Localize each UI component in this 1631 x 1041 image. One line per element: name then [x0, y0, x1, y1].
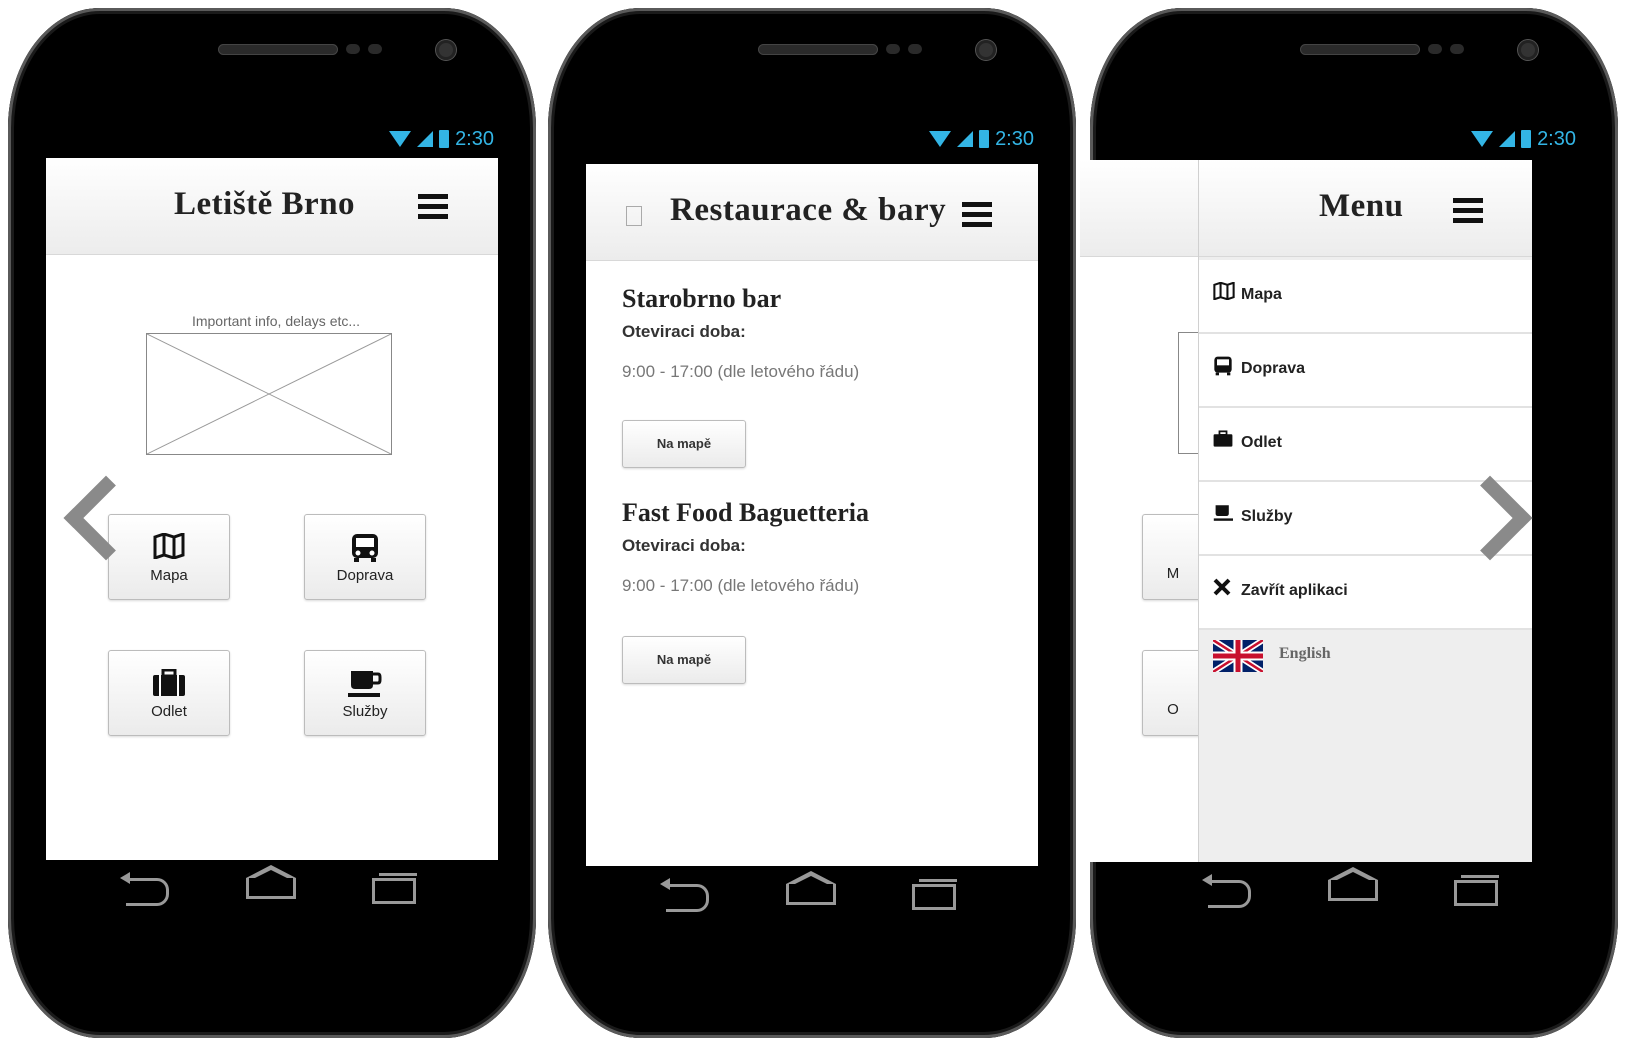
phone-menu: 2:30 M O Menu Mapa Doprava Odlet Služby … — [1080, 8, 1618, 1038]
opening-hours-label: Oteviraci doba: — [622, 536, 746, 555]
menu-item-close-app[interactable]: Zavřít aplikaci — [1199, 556, 1532, 630]
back-icon[interactable] — [120, 872, 169, 906]
menu-item-label: Doprava — [1241, 360, 1306, 377]
menu-item-doprava[interactable]: Doprava — [1199, 334, 1532, 408]
proximity-sensor — [886, 44, 900, 54]
menu-item-mapa[interactable]: Mapa — [1199, 260, 1532, 334]
tile-label: Mapa — [150, 567, 188, 584]
bus-icon — [305, 533, 425, 569]
menu-icon[interactable] — [418, 194, 448, 220]
tile-behind: O — [1142, 650, 1204, 736]
battery-icon — [439, 130, 450, 148]
tile-label: Služby — [342, 703, 388, 720]
restaurant-name: Fast Food Baguetteria — [622, 498, 869, 527]
status-time: 2:30 — [995, 127, 1034, 150]
drawer-header: Menu — [1199, 160, 1532, 257]
home-icon[interactable] — [246, 865, 296, 899]
speaker-grill — [218, 44, 338, 55]
phone-restaurants: 2:30 Restaurace & bary Starobrno bar Ote… — [548, 8, 1076, 1038]
light-sensor — [368, 44, 382, 54]
battery-icon — [979, 130, 990, 148]
menu-icon[interactable] — [1453, 198, 1483, 224]
signal-icon — [957, 131, 974, 147]
opening-hours: 9:00 - 17:00 (dle letového řádu) — [622, 576, 860, 595]
front-camera — [436, 40, 456, 60]
app-header: Restaurace & bary — [586, 164, 1038, 261]
front-camera — [976, 40, 996, 60]
tile-label-partial: M — [1166, 565, 1180, 582]
tile-sluzby[interactable]: Služby — [304, 650, 426, 736]
coffee-icon — [1213, 504, 1235, 528]
status-bar: 2:30 — [1471, 126, 1576, 152]
tile-doprava[interactable]: Doprava — [304, 514, 426, 600]
recent-apps-icon[interactable] — [912, 879, 957, 910]
home-icon[interactable] — [1328, 867, 1378, 901]
proximity-sensor — [1428, 44, 1442, 54]
uk-flag-icon — [1213, 640, 1263, 672]
back-icon[interactable] — [660, 878, 709, 912]
info-label: Important info, delays etc... — [191, 313, 361, 329]
back-icon[interactable] — [1202, 874, 1251, 908]
wifi-icon — [929, 131, 952, 147]
light-sensor — [908, 44, 922, 54]
tile-label: Odlet — [151, 703, 187, 720]
home-icon[interactable] — [786, 871, 836, 905]
tile-label-partial: O — [1167, 701, 1179, 718]
tile-label: Doprava — [336, 567, 394, 584]
light-sensor — [1450, 44, 1464, 54]
menu-item-label: Mapa — [1241, 286, 1282, 303]
battery-icon — [1521, 130, 1532, 148]
signal-icon — [417, 131, 434, 147]
status-bar: 2:30 — [929, 126, 1034, 152]
restaurants-screen: Restaurace & bary Starobrno bar Otevirac… — [586, 164, 1038, 866]
menu-item-odlet[interactable]: Odlet — [1199, 408, 1532, 482]
close-icon — [1213, 578, 1231, 602]
menu-item-label: Služby — [1241, 508, 1293, 525]
app-header: Letiště Brno — [46, 158, 498, 255]
menu-item-label: Odlet — [1241, 434, 1282, 451]
wifi-icon — [389, 131, 412, 147]
back-square-icon[interactable] — [626, 206, 642, 226]
speaker-grill — [758, 44, 878, 55]
wifi-icon — [1471, 131, 1494, 147]
bus-icon — [1213, 356, 1233, 382]
page-title: Restaurace & bary — [670, 192, 947, 228]
briefcase-icon — [1213, 430, 1233, 454]
android-nav-bar — [8, 865, 536, 920]
proximity-sensor — [346, 44, 360, 54]
android-nav-bar — [1090, 867, 1618, 922]
menu-icon[interactable] — [962, 202, 992, 228]
show-on-map-button[interactable]: Na mapě — [622, 420, 746, 468]
status-bar: 2:30 — [389, 126, 494, 152]
coffee-icon — [305, 669, 425, 705]
status-time: 2:30 — [1537, 127, 1576, 150]
drawer-title: Menu — [1319, 188, 1404, 224]
show-on-map-button[interactable]: Na mapě — [622, 636, 746, 684]
restaurant-name: Starobrno bar — [622, 284, 782, 313]
opening-hours: 9:00 - 17:00 (dle letového řádu) — [622, 362, 860, 381]
opening-hours-label: Oteviraci doba: — [622, 322, 746, 341]
briefcase-icon — [109, 668, 229, 703]
language-label: English — [1279, 645, 1331, 662]
map-icon — [1213, 281, 1235, 306]
speaker-grill — [1300, 44, 1420, 55]
front-camera — [1518, 40, 1538, 60]
tile-behind: M — [1142, 514, 1204, 600]
menu-item-label: Zavřít aplikaci — [1241, 582, 1348, 599]
status-time: 2:30 — [455, 127, 494, 150]
page-title: Letiště Brno — [174, 186, 356, 222]
image-placeholder — [146, 333, 392, 455]
android-nav-bar — [548, 871, 1076, 926]
tile-odlet[interactable]: Odlet — [108, 650, 230, 736]
recent-apps-icon[interactable] — [372, 873, 417, 904]
recent-apps-icon[interactable] — [1454, 875, 1499, 906]
signal-icon — [1499, 131, 1516, 147]
